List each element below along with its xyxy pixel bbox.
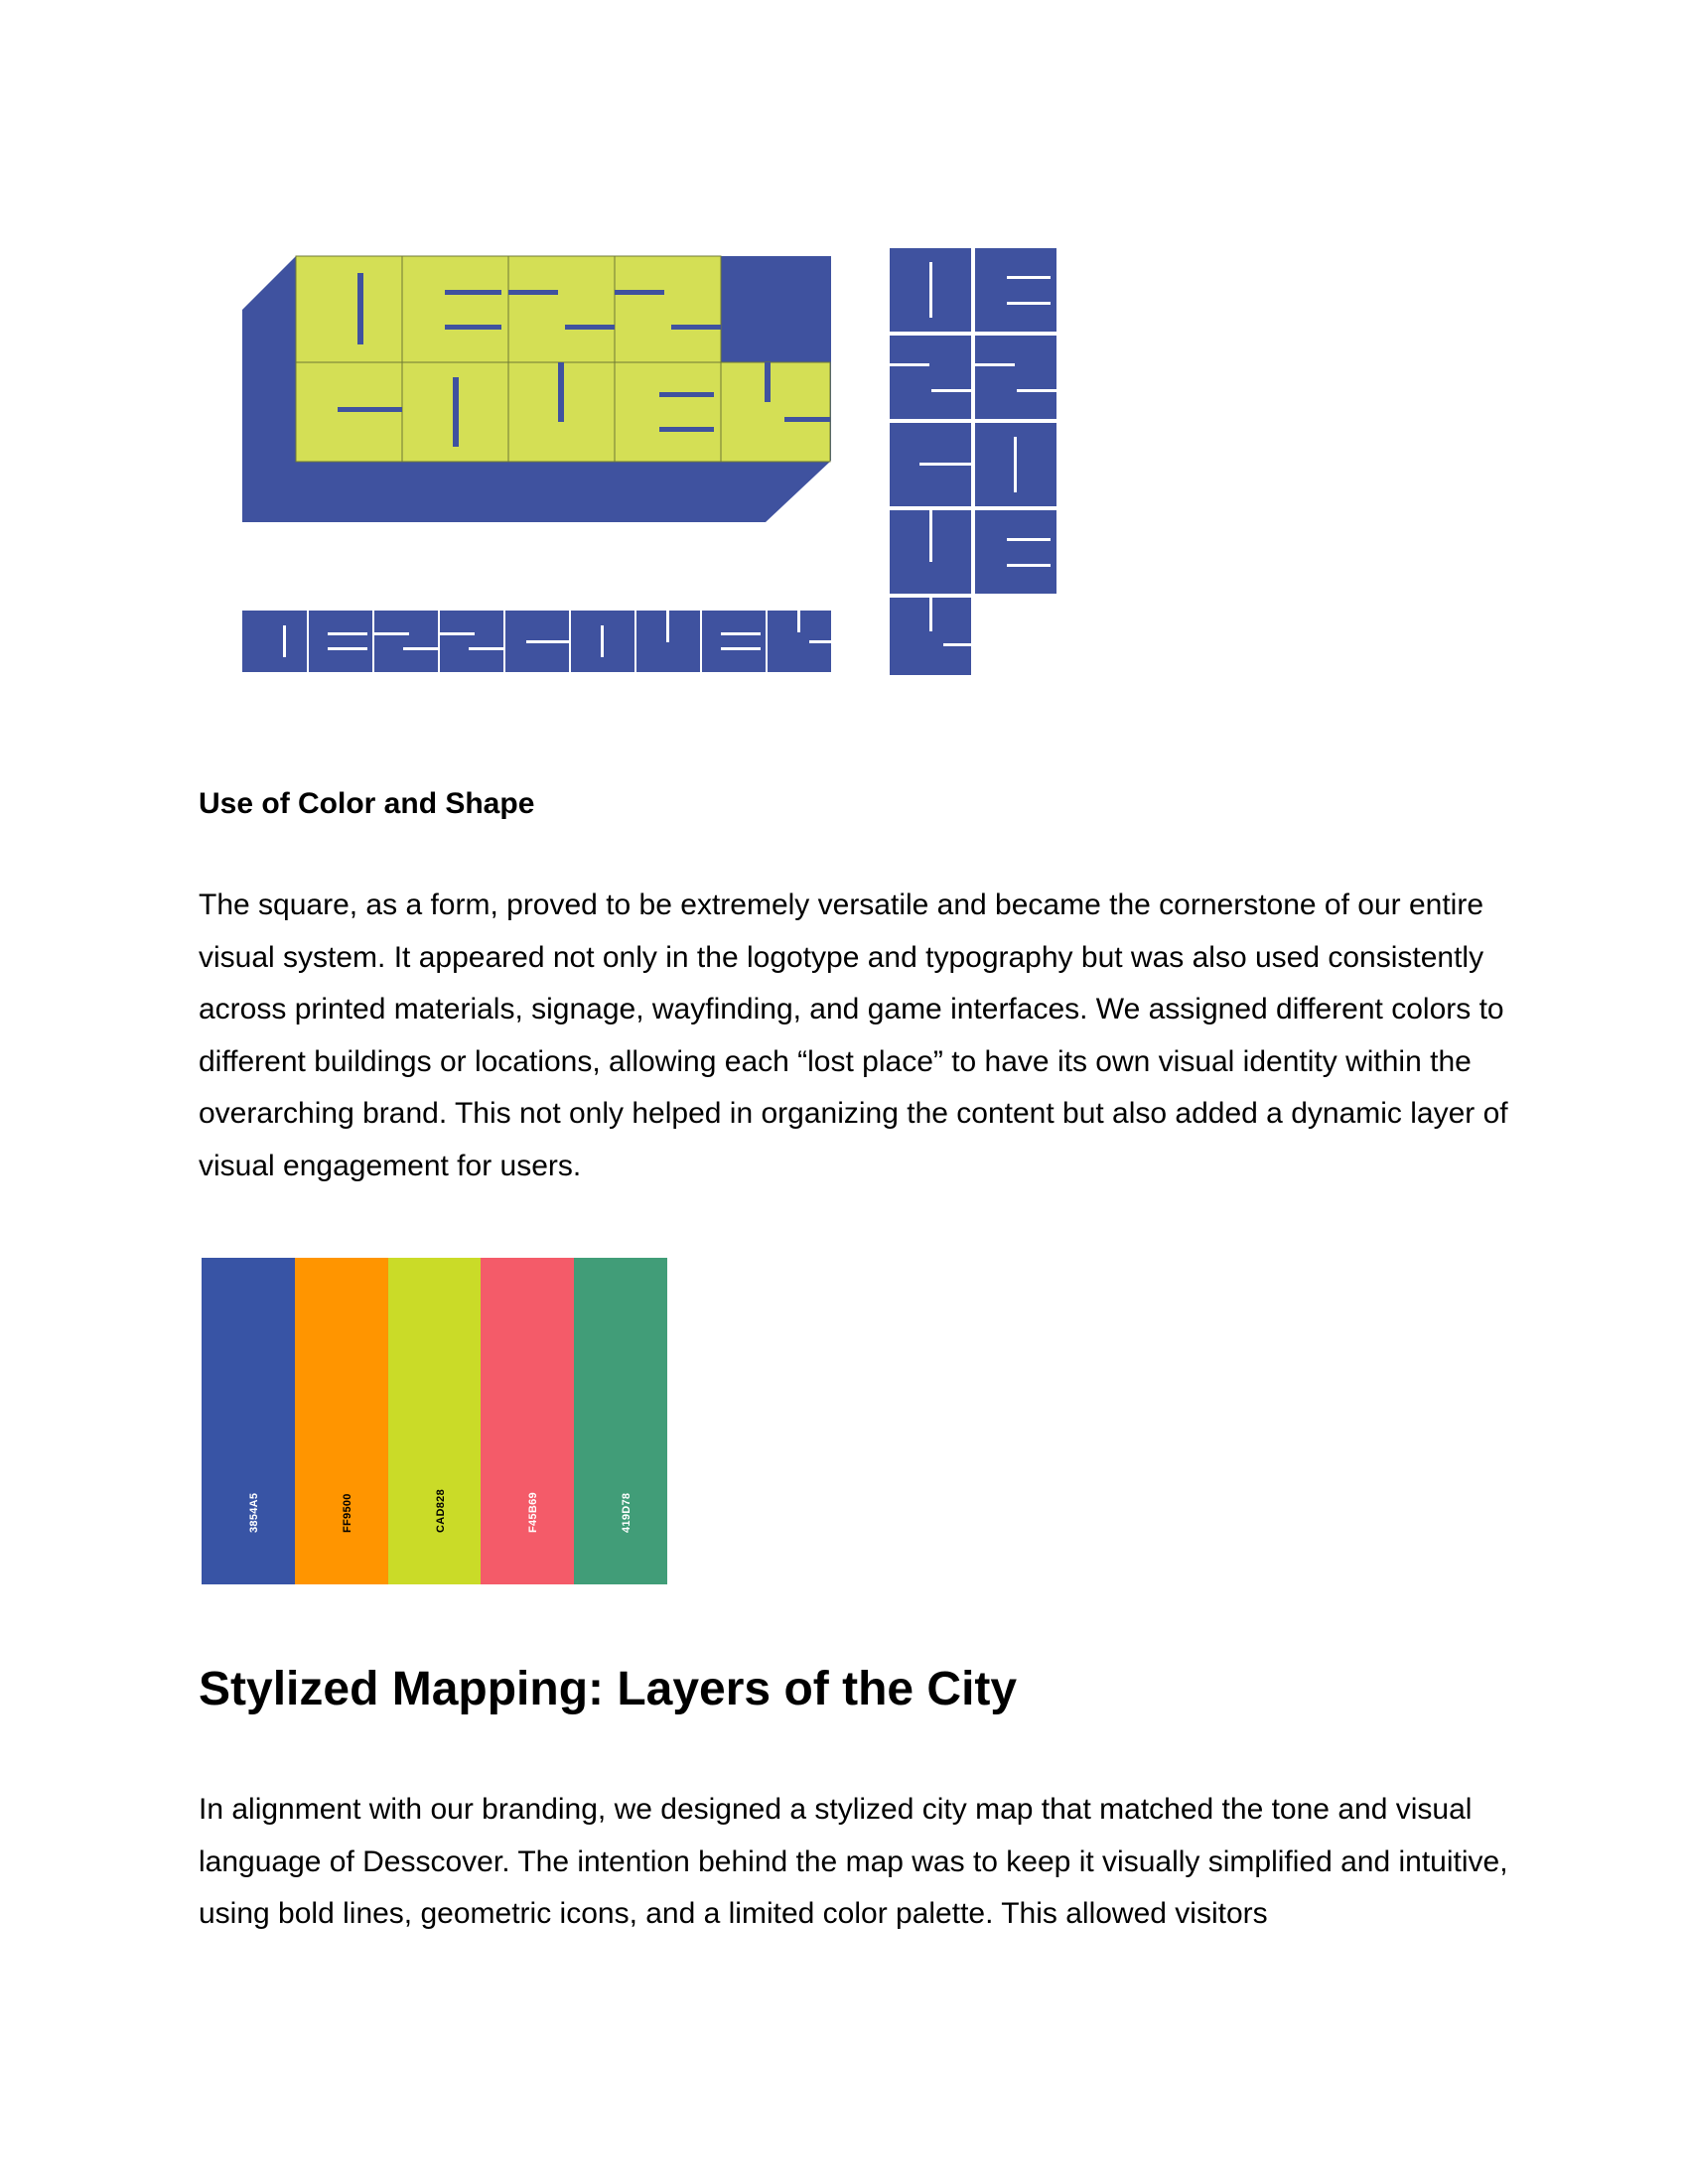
palette-swatch: 3854A5 — [202, 1258, 295, 1584]
logo-horizontal-3d — [242, 255, 831, 522]
palette-swatch-label: 419D78 — [621, 1492, 633, 1533]
palette-swatch: 419D78 — [574, 1258, 667, 1584]
palette-swatch-label: FF9500 — [341, 1493, 353, 1533]
palette-swatch: FF9500 — [294, 1258, 388, 1584]
paragraph-color-shape: The square, as a form, proved to be extr… — [199, 888, 1508, 1182]
paragraph-stylized-mapping: In alignment with our branding, we desig… — [199, 1793, 1508, 1930]
main-heading: Stylized Mapping: Layers of the City — [199, 1663, 1018, 1715]
logo-vertical-stacked — [890, 248, 1056, 675]
section-heading: Use of Color and Shape — [199, 787, 535, 820]
palette-swatch-label: F45B69 — [527, 1492, 540, 1533]
logo-single-line — [242, 611, 831, 672]
desscover-logo-set — [242, 248, 1056, 675]
palette-swatch: F45B69 — [481, 1258, 575, 1584]
palette-swatch-label: CAD828 — [434, 1489, 447, 1533]
palette-swatch: CAD828 — [387, 1258, 482, 1584]
palette-swatch-label: 3854A5 — [248, 1492, 260, 1533]
color-palette: 3854A5 FF9500 CAD828 F45B69 419D78 — [202, 1258, 667, 1584]
